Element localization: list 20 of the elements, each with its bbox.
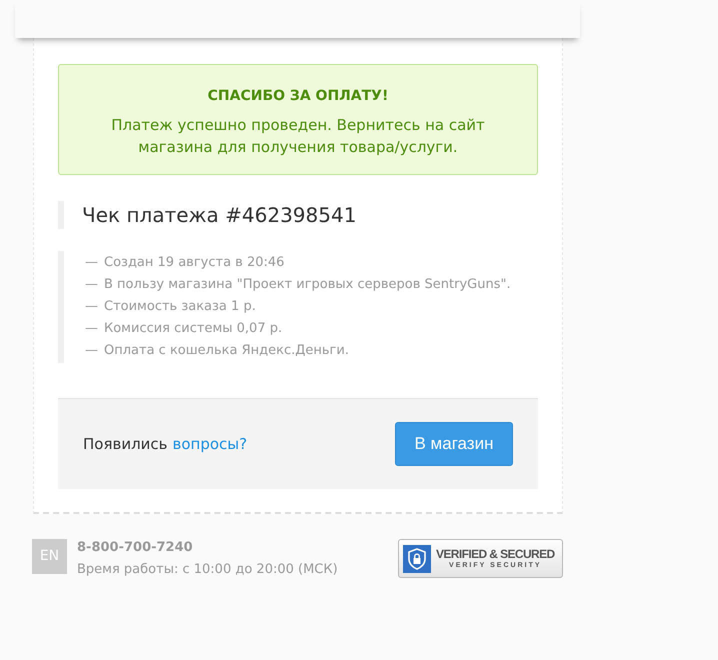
questions-link[interactable]: вопросы? (172, 432, 248, 456)
alert-message: Платеж успешно проведен. Вернитесь на сайт магазина для получения товара/услуги. (110, 115, 486, 158)
detail-text: В пользу магазина "Проект игровых серверов SentryGuns". (104, 276, 511, 294)
receipt-title: Чек платежа #462398541 (82, 202, 356, 229)
list-dash: — (85, 342, 99, 360)
working-hours: Время работы: с 10:00 до 20:00 (МСК) (77, 561, 338, 579)
list-dash: — (85, 276, 99, 294)
detail-text: Стоимость заказа 1 р. (104, 298, 256, 316)
list-dash: — (85, 320, 99, 338)
badge-title: VERIFIED & SECURED (436, 547, 555, 561)
list-dash: — (85, 298, 99, 316)
shop-button[interactable]: В магазин (395, 422, 513, 466)
alert-title: СПАСИБО ЗА ОПЛАТУ! (206, 87, 390, 106)
detail-text: Комиссия системы 0,07 р. (104, 320, 282, 338)
phone-number: 8-800-700-7240 (77, 539, 194, 557)
detail-text: Оплата с кошелька Яндекс.Деньги. (104, 342, 349, 360)
list-dash: — (85, 254, 99, 272)
help-text: Появились (83, 434, 168, 455)
detail-text: Создан 19 августа в 20:46 (104, 254, 284, 272)
shield-lock-icon (403, 544, 431, 572)
